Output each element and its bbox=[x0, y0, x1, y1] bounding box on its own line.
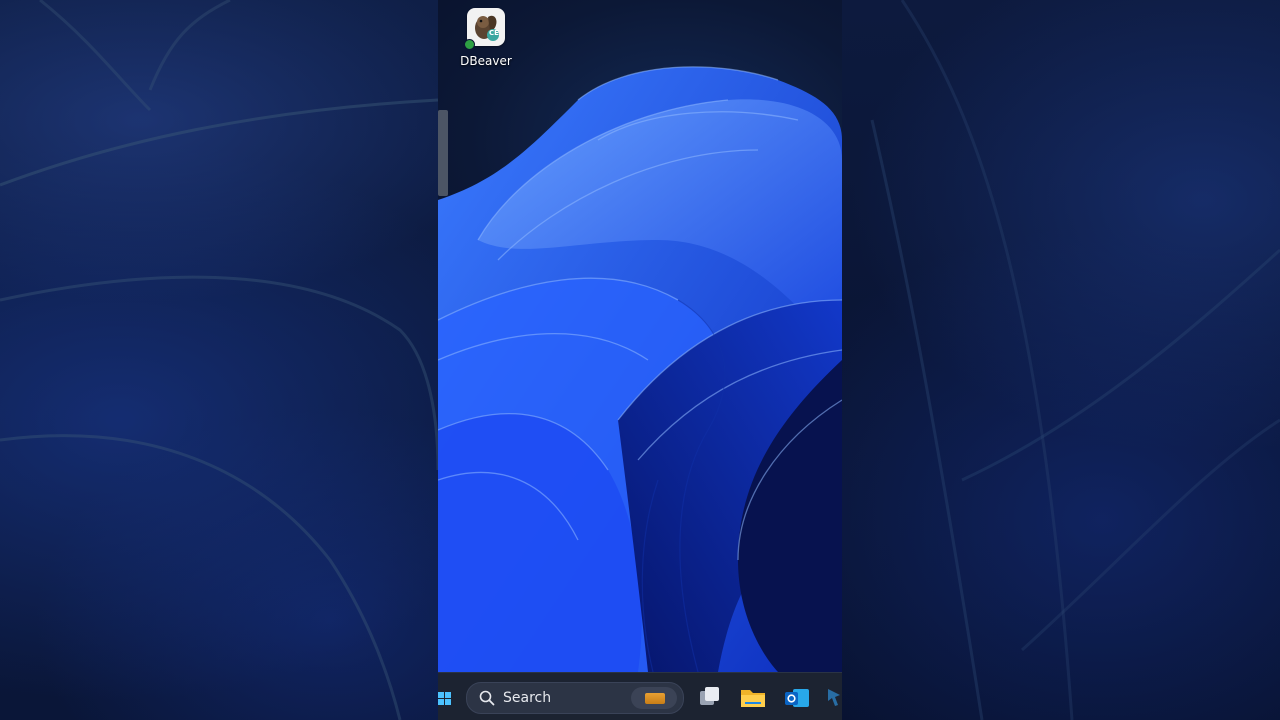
outlook-button[interactable] bbox=[784, 681, 810, 713]
pinned-app-button[interactable] bbox=[826, 681, 842, 713]
sync-status-icon bbox=[464, 39, 475, 50]
search-label: Search bbox=[503, 690, 552, 706]
blurred-wallpaper-left bbox=[0, 0, 438, 720]
desktop-icon-label: DBeaver bbox=[460, 54, 512, 68]
file-explorer-button[interactable] bbox=[740, 681, 766, 713]
scrollbar-thumb[interactable] bbox=[438, 110, 448, 196]
bloom-wallpaper bbox=[438, 66, 842, 673]
dbeaver-squirrel-icon: CE bbox=[464, 8, 505, 50]
desktop-icon-dbeaver[interactable]: CE DBeaver bbox=[460, 8, 512, 68]
folder-icon bbox=[741, 690, 765, 707]
start-button[interactable] bbox=[438, 681, 452, 713]
task-view-button[interactable] bbox=[698, 681, 722, 713]
taskbar: Search bbox=[438, 672, 842, 720]
taskbar-search-box[interactable]: Search bbox=[466, 682, 684, 714]
search-icon bbox=[479, 690, 495, 706]
app-icon bbox=[828, 689, 840, 706]
dbeaver-badge: CE bbox=[489, 29, 499, 37]
blurred-wallpaper-right bbox=[842, 0, 1280, 720]
desktop-screen: CE DBeaver Search bbox=[438, 0, 842, 720]
search-highlight-icon bbox=[631, 687, 677, 709]
task-view-icon bbox=[700, 687, 719, 705]
outlook-icon bbox=[785, 689, 809, 707]
